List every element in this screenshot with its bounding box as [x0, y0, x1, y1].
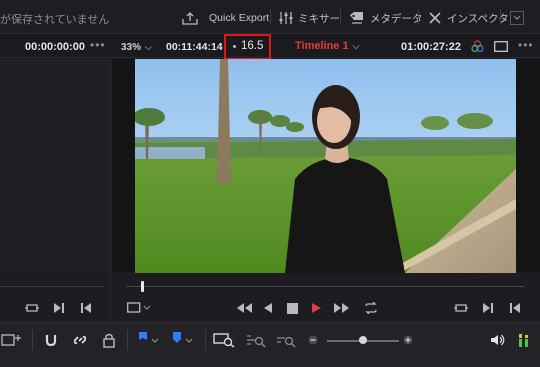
color-wheel-icon[interactable]: [471, 40, 484, 53]
toolbar-divider: [32, 330, 33, 350]
playhead-handle[interactable]: [140, 281, 144, 292]
viewer-mode-icon[interactable]: [494, 41, 508, 52]
zoom-detail-icon[interactable]: [245, 331, 267, 349]
zoom-slider-handle[interactable]: [359, 336, 367, 344]
video-frame: [135, 59, 516, 273]
toolbar-divider: [127, 330, 128, 350]
trim-mode-icon[interactable]: [1, 331, 23, 349]
unsaved-status-text: が保存されていません: [0, 14, 110, 26]
bullet-icon: [233, 45, 236, 48]
mixer-label: ミキサー: [298, 12, 340, 25]
flag-icon: [138, 331, 148, 350]
quick-export-label: Quick Export: [209, 12, 270, 24]
zoom-level: 33%: [121, 42, 142, 53]
source-viewer-panel: [0, 59, 111, 272]
loop-playback-icon[interactable]: [363, 300, 379, 316]
play-icon[interactable]: [311, 300, 322, 316]
timeline-scrub-area: [112, 273, 540, 321]
lock-icon[interactable]: [102, 331, 116, 349]
jump-to-end-icon[interactable]: [333, 300, 351, 316]
timeline-scrub-bar[interactable]: [126, 286, 524, 287]
collapse-panel-button[interactable]: [510, 8, 524, 28]
mixer-button[interactable]: ミキサー: [279, 8, 340, 28]
zoom-in-icon[interactable]: [403, 331, 413, 349]
timeline-duration: 00:11:44:14: [166, 41, 223, 53]
stop-icon[interactable]: [287, 300, 298, 316]
link-icon[interactable]: [72, 331, 88, 349]
toolbar-divider: [340, 9, 341, 25]
go-to-start-icon[interactable]: [509, 300, 521, 316]
zoom-dropdown[interactable]: 33% ⌵: [121, 42, 152, 53]
go-to-start-icon[interactable]: [80, 300, 92, 316]
speaker-icon[interactable]: [490, 331, 506, 349]
toolbar-divider: [418, 9, 419, 25]
source-options-icon[interactable]: •••: [90, 38, 106, 52]
loop-icon[interactable]: [453, 300, 469, 316]
record-timecode: 01:00:27:22: [401, 41, 461, 53]
inspector-tools-icon: [428, 11, 442, 25]
mixer-icon: [279, 11, 293, 25]
export-icon: [182, 11, 198, 25]
toolbar-divider: [270, 9, 271, 25]
source-scrub-bar[interactable]: [0, 286, 104, 287]
safe-area-icon[interactable]: [127, 300, 151, 316]
marker-icon: [172, 331, 182, 350]
metadata-button[interactable]: メタデータ: [349, 8, 423, 28]
play-forward-icon[interactable]: [53, 300, 65, 316]
video-still-image: [135, 59, 516, 273]
zoom-full-timeline-icon[interactable]: [213, 331, 235, 349]
viewer-options-icon[interactable]: •••: [518, 38, 534, 52]
timeline-selector[interactable]: Timeline 1 ⌵: [295, 40, 359, 52]
zoom-custom-icon[interactable]: [275, 331, 297, 349]
top-toolbar: が保存されていません Quick Export ミキサー メタデータ インスペク…: [0, 0, 540, 34]
frame-rate-value: 16.5: [241, 40, 264, 52]
zoom-out-icon[interactable]: [308, 331, 318, 349]
inspector-button[interactable]: インスペクタ: [428, 8, 509, 28]
timeline-name: Timeline 1: [295, 40, 349, 52]
quick-export-button[interactable]: Quick Export: [182, 8, 269, 28]
reverse-play-icon[interactable]: [263, 300, 273, 316]
chevron-down-icon: [151, 331, 159, 349]
metadata-label: メタデータ: [370, 12, 423, 25]
toolbar-divider: [205, 330, 206, 350]
chevron-down-box-icon: [510, 11, 524, 25]
toolbar-divider: [500, 9, 501, 25]
metadata-tag-icon: [349, 11, 365, 25]
snapping-magnet-icon[interactable]: [43, 331, 59, 349]
loop-icon[interactable]: [24, 300, 40, 316]
marker-dropdown[interactable]: [172, 331, 193, 349]
audio-meter-icon: [518, 331, 530, 349]
play-forward-icon[interactable]: [482, 300, 494, 316]
chevron-down-icon: ⌵: [352, 41, 360, 51]
chevron-down-icon: [185, 331, 193, 349]
flag-dropdown[interactable]: [138, 331, 159, 349]
chevron-down-icon: ⌵: [145, 42, 152, 52]
jump-to-start-icon[interactable]: [235, 300, 253, 316]
source-timecode: 00:00:00:00: [25, 41, 85, 53]
